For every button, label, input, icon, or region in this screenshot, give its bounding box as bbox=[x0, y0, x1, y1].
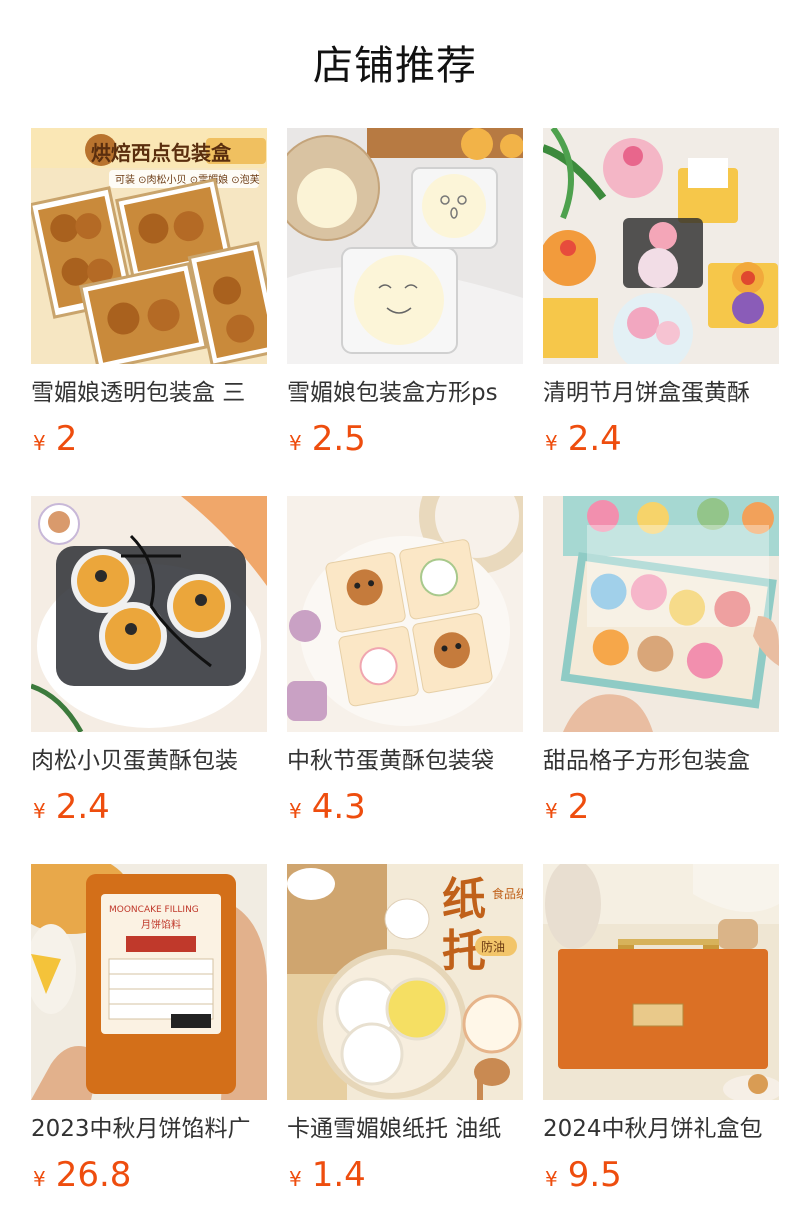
section-title: 店铺推荐 bbox=[313, 43, 477, 89]
price-value: 2 bbox=[567, 787, 590, 827]
product-price: ¥ 2.5 bbox=[287, 419, 523, 459]
price-value: 4.3 bbox=[311, 787, 366, 827]
product-price: ¥ 1.4 bbox=[287, 1155, 523, 1195]
gift-box-product-image[interactable] bbox=[543, 864, 779, 1100]
pack-en-text: MOONCAKE FILLING bbox=[109, 905, 199, 915]
currency-symbol: ¥ bbox=[33, 799, 46, 823]
dessert-grid-box-product-image[interactable] bbox=[543, 496, 779, 732]
product-card[interactable]: 清明节月饼盒蛋黄酥 ¥ 2.4 bbox=[543, 128, 779, 496]
product-name[interactable]: 卡通雪媚娘纸托 油纸 bbox=[287, 1113, 523, 1145]
recommendation-page: 店铺推荐 烘焙西点包装盒 可装 ⊙肉松小贝 ⊙雪媚娘 ⊙泡芙 雪媚娘透明包装盒 … bbox=[0, 0, 790, 1232]
currency-symbol: ¥ bbox=[289, 1167, 302, 1191]
product-card[interactable]: 肉松小贝蛋黄酥包装 ¥ 2.4 bbox=[31, 496, 267, 864]
snow-skin-box-product-image[interactable] bbox=[287, 128, 523, 364]
image-banner-text: 烘焙西点包装盒 bbox=[91, 141, 232, 165]
product-name[interactable]: 雪媚娘包装盒方形ps bbox=[287, 377, 523, 409]
paper-cups-product-image[interactable]: 纸 食品级 托 防油 bbox=[287, 864, 523, 1100]
egg-yolk-pastry-product-image[interactable] bbox=[31, 496, 267, 732]
product-price: ¥ 2.4 bbox=[543, 419, 779, 459]
product-name[interactable]: 肉松小贝蛋黄酥包装 bbox=[31, 745, 267, 777]
price-value: 2 bbox=[55, 419, 78, 459]
product-price: ¥ 2 bbox=[543, 787, 779, 827]
image-badge-text: 防油 bbox=[481, 939, 505, 954]
product-card[interactable]: 雪媚娘包装盒方形ps ¥ 2.5 bbox=[287, 128, 523, 496]
product-name[interactable]: 2024中秋月饼礼盒包 bbox=[543, 1113, 779, 1145]
product-price: ¥ 2 bbox=[31, 419, 267, 459]
currency-symbol: ¥ bbox=[545, 1167, 558, 1191]
product-price: ¥ 9.5 bbox=[543, 1155, 779, 1195]
currency-symbol: ¥ bbox=[33, 1167, 46, 1191]
price-value: 9.5 bbox=[567, 1155, 622, 1195]
currency-symbol: ¥ bbox=[545, 431, 558, 455]
product-card[interactable]: 2024中秋月饼礼盒包 ¥ 9.5 bbox=[543, 864, 779, 1232]
product-card[interactable]: 中秋节蛋黄酥包装袋 ¥ 4.3 bbox=[287, 496, 523, 864]
pastry-box-product-image[interactable]: 烘焙西点包装盒 可装 ⊙肉松小贝 ⊙雪媚娘 ⊙泡芙 bbox=[31, 128, 267, 364]
price-value: 2.5 bbox=[311, 419, 366, 459]
price-value: 1.4 bbox=[311, 1155, 366, 1195]
product-name[interactable]: 中秋节蛋黄酥包装袋 bbox=[287, 745, 523, 777]
image-big-text-1: 纸 bbox=[442, 874, 486, 925]
product-price: ¥ 2.4 bbox=[31, 787, 267, 827]
mooncake-box-product-image[interactable] bbox=[543, 128, 779, 364]
product-card[interactable]: MOONCAKE FILLING 月饼馅料 2023中秋月饼馅料广 ¥ 26.8 bbox=[31, 864, 267, 1232]
price-value: 2.4 bbox=[55, 787, 110, 827]
product-price: ¥ 4.3 bbox=[287, 787, 523, 827]
mooncake-filling-product-image[interactable]: MOONCAKE FILLING 月饼馅料 bbox=[31, 864, 267, 1100]
product-name[interactable]: 甜品格子方形包装盒 bbox=[543, 745, 779, 777]
product-card[interactable]: 纸 食品级 托 防油 卡通雪媚娘纸托 油纸 ¥ 1.4 bbox=[287, 864, 523, 1232]
product-card[interactable]: 甜品格子方形包装盒 ¥ 2 bbox=[543, 496, 779, 864]
price-value: 26.8 bbox=[55, 1155, 132, 1195]
product-name[interactable]: 2023中秋月饼馅料广 bbox=[31, 1113, 267, 1145]
pack-cn-text: 月饼馅料 bbox=[141, 918, 181, 931]
product-grid: 烘焙西点包装盒 可装 ⊙肉松小贝 ⊙雪媚娘 ⊙泡芙 雪媚娘透明包装盒 三 ¥ 2… bbox=[31, 128, 790, 1232]
product-price: ¥ 26.8 bbox=[31, 1155, 267, 1195]
product-name[interactable]: 雪媚娘透明包装盒 三 bbox=[31, 377, 267, 409]
currency-symbol: ¥ bbox=[33, 431, 46, 455]
image-small-text: 食品级 bbox=[492, 886, 523, 901]
product-card[interactable]: 烘焙西点包装盒 可装 ⊙肉松小贝 ⊙雪媚娘 ⊙泡芙 雪媚娘透明包装盒 三 ¥ 2 bbox=[31, 128, 267, 496]
product-name[interactable]: 清明节月饼盒蛋黄酥 bbox=[543, 377, 779, 409]
currency-symbol: ¥ bbox=[289, 431, 302, 455]
cartoon-bag-product-image[interactable] bbox=[287, 496, 523, 732]
currency-symbol: ¥ bbox=[289, 799, 302, 823]
currency-symbol: ¥ bbox=[545, 799, 558, 823]
price-value: 2.4 bbox=[567, 419, 622, 459]
